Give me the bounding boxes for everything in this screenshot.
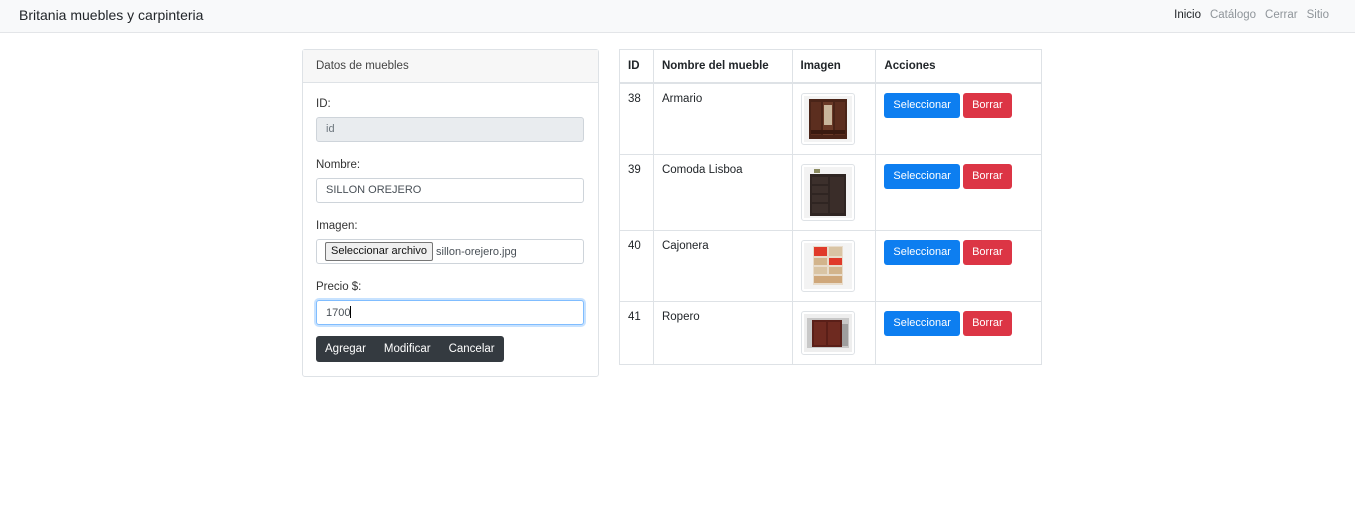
drawers-icon [800, 239, 855, 292]
cell-image [791, 82, 877, 155]
cell-id: 39 [619, 153, 654, 231]
column-header-actions: Acciones [875, 49, 1042, 84]
add-button[interactable]: Agregar [316, 336, 375, 362]
nav-link-inicio[interactable]: Inicio [1174, 9, 1201, 21]
cancel-button[interactable]: Cancelar [440, 336, 504, 362]
card-body: ID: id Nombre: SILLON OREJERO Imagen: Se… [303, 98, 598, 362]
name-field[interactable]: SILLON OREJERO [316, 178, 584, 203]
table-header-row: ID Nombre del mueble Imagen Acciones [619, 49, 1042, 84]
cell-image [791, 229, 877, 302]
cell-actions: Seleccionar Borrar [875, 82, 1042, 155]
table-row: 38 Armario Seleccionar Borrar [619, 82, 1042, 155]
cell-name: Cajonera [652, 229, 793, 302]
table-row: 39 Comoda Lisboa Seleccionar Borrar [619, 153, 1042, 231]
image-file-input[interactable]: Seleccionar archivo sillon-orejero.jpg [316, 239, 584, 264]
cell-name: Ropero [652, 300, 793, 365]
closet-icon [800, 310, 855, 355]
selected-file-name: sillon-orejero.jpg [436, 245, 517, 258]
id-field: id [316, 117, 584, 142]
select-button[interactable]: Seleccionar [884, 310, 960, 336]
delete-button[interactable]: Borrar [963, 92, 1012, 118]
cell-actions: Seleccionar Borrar [875, 229, 1042, 302]
price-label: Precio $: [316, 281, 362, 293]
wardrobe-icon [800, 92, 855, 145]
id-label: ID: [316, 98, 331, 110]
cell-actions: Seleccionar Borrar [875, 153, 1042, 231]
text-cursor [350, 306, 352, 318]
navbar: Britania muebles y carpinteria Inicio Ca… [0, 0, 1355, 33]
nav-links: Inicio Catálogo Cerrar Sitio [1174, 9, 1329, 21]
delete-button[interactable]: Borrar [963, 310, 1012, 336]
furniture-form-card: Datos de muebles ID: id Nombre: SILLON O… [302, 49, 599, 377]
image-label: Imagen: [316, 220, 358, 232]
name-label: Nombre: [316, 159, 361, 171]
choose-file-button[interactable]: Seleccionar archivo [325, 242, 433, 261]
cell-name: Comoda Lisboa [652, 153, 793, 231]
cell-id: 40 [619, 229, 654, 302]
modify-button[interactable]: Modificar [375, 336, 440, 362]
cell-id: 41 [619, 300, 654, 365]
table-row: 41 Ropero Seleccionar Borrar [619, 300, 1042, 365]
nav-link-cerrar[interactable]: Cerrar [1265, 9, 1298, 21]
column-header-image: Imagen [791, 49, 877, 84]
delete-button[interactable]: Borrar [963, 163, 1012, 189]
card-header: Datos de muebles [303, 50, 598, 83]
cell-name: Armario [652, 82, 793, 155]
form-button-group: Agregar Modificar Cancelar [316, 336, 504, 362]
price-value: 1700 [326, 307, 351, 319]
nav-link-catalogo[interactable]: Catálogo [1210, 9, 1256, 21]
delete-button[interactable]: Borrar [963, 239, 1012, 265]
navbar-brand[interactable]: Britania muebles y carpinteria [19, 7, 203, 23]
select-button[interactable]: Seleccionar [884, 92, 960, 118]
price-field[interactable]: 1700 [316, 300, 584, 325]
select-button[interactable]: Seleccionar [884, 239, 960, 265]
table-row: 40 Cajonera Seleccionar Borrar [619, 229, 1042, 302]
cell-image [791, 153, 877, 231]
furniture-table: ID Nombre del mueble Imagen Acciones 38 … [619, 49, 1042, 365]
column-header-name: Nombre del mueble [652, 49, 793, 84]
cell-id: 38 [619, 82, 654, 155]
dresser-icon [800, 163, 855, 221]
cell-image [791, 300, 877, 365]
cell-actions: Seleccionar Borrar [875, 300, 1042, 365]
select-button[interactable]: Seleccionar [884, 163, 960, 189]
nav-link-sitio[interactable]: Sitio [1307, 9, 1329, 21]
column-header-id: ID [619, 49, 654, 84]
